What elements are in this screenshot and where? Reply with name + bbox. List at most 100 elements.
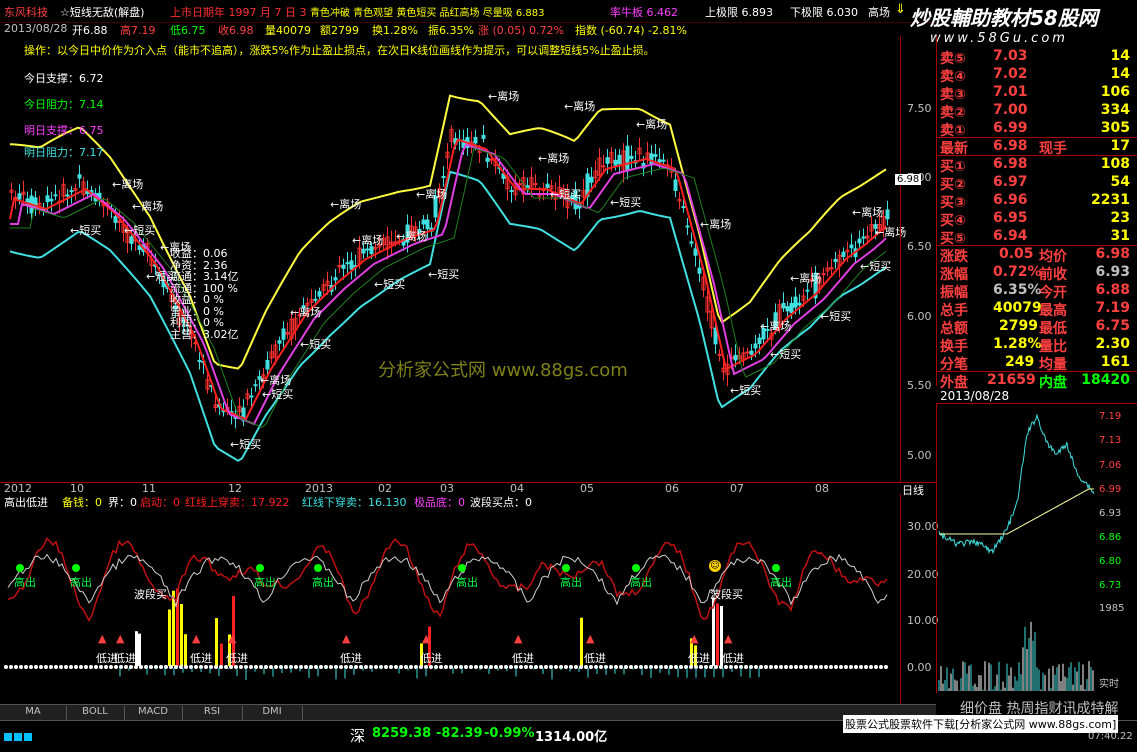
candle bbox=[657, 159, 662, 163]
baseline-dot bbox=[754, 665, 758, 669]
baseline-dot bbox=[9, 665, 13, 669]
high-out-label: 高出 bbox=[770, 576, 792, 589]
pct-row: 涨幅 0.72% 前收 6.93 bbox=[937, 264, 1137, 283]
wave-buy-label: 波段买 bbox=[710, 588, 743, 601]
indicator-tabs: MA BOLL MACD RSI DMI bbox=[0, 704, 936, 721]
low-in-label: 低进 bbox=[722, 652, 744, 665]
high-out-label: 高出 bbox=[630, 576, 652, 589]
mini-y-tick: 6.99 bbox=[1099, 484, 1122, 495]
news-ticker[interactable]: 细价盘 热周指财讯成特解 bbox=[936, 696, 1137, 720]
low-in-arrow-icon: ▲ bbox=[228, 632, 237, 645]
tab-boll[interactable]: BOLL bbox=[66, 706, 125, 720]
tab-macd[interactable]: MACD bbox=[124, 706, 183, 720]
index-value: 8259.38 bbox=[372, 726, 432, 741]
intraday-price-line bbox=[938, 413, 1095, 555]
high-out-label: 高出 bbox=[560, 576, 582, 589]
ask-volume: 334 bbox=[1100, 102, 1130, 118]
high-field-label: 高场 bbox=[868, 6, 890, 19]
low-in-arrow-icon: ▲ bbox=[690, 632, 699, 645]
candle bbox=[789, 303, 794, 314]
candle bbox=[265, 359, 270, 370]
stock-name[interactable]: 东风科技 bbox=[4, 4, 48, 20]
latest-price: 6.98 bbox=[993, 138, 1028, 154]
bid-volume: 23 bbox=[1110, 210, 1130, 226]
bid-price: 6.95 bbox=[993, 210, 1028, 226]
candle bbox=[45, 195, 50, 203]
tab-dmi[interactable]: DMI bbox=[242, 706, 303, 720]
ask-1-row: 卖① 6.99 305 bbox=[937, 120, 1137, 139]
candle bbox=[749, 350, 754, 355]
baseline-dot bbox=[394, 665, 398, 669]
high-out-dot bbox=[314, 564, 322, 572]
ask-5-row: 卖⑤ 7.03 14 bbox=[937, 48, 1137, 67]
low-in-label: 低进 bbox=[340, 652, 362, 665]
cur-hand-label: 现手 bbox=[1039, 141, 1067, 157]
low-in-label: 低进 bbox=[190, 652, 212, 665]
stat-label: 总手 bbox=[940, 303, 968, 319]
baseline-dot bbox=[624, 665, 628, 669]
baseline-dot bbox=[474, 665, 478, 669]
stat-value: 6.98 bbox=[1095, 246, 1130, 262]
baseline-dot bbox=[794, 665, 798, 669]
leave-signal-label: ←离场 bbox=[396, 230, 428, 243]
candle bbox=[77, 174, 82, 179]
baseline-dot bbox=[789, 665, 793, 669]
stat-label: 量比 bbox=[1039, 339, 1067, 355]
candle bbox=[857, 238, 862, 244]
baseline-dot bbox=[399, 665, 403, 669]
ind-y-tick: 20.00 bbox=[907, 568, 939, 581]
baseline-dot bbox=[319, 665, 323, 669]
index-name[interactable]: 深 bbox=[350, 725, 365, 746]
intraday-volume: 1985 实时 bbox=[936, 603, 1137, 693]
bid-label: 买④ bbox=[940, 213, 966, 229]
candle bbox=[333, 277, 338, 281]
listing-date: 上市日期年 1997 月 7 日 3 bbox=[170, 6, 307, 19]
candle bbox=[473, 137, 478, 144]
stat-value: 40079 bbox=[993, 300, 1042, 316]
mini-y-tick: 7.13 bbox=[1099, 435, 1122, 446]
leave-signal-label: ←离场 bbox=[636, 118, 668, 131]
baseline-dot bbox=[169, 665, 173, 669]
watermark-88gs: 分析家公式网 www.88gs.com bbox=[378, 360, 628, 381]
index-change: -82.39 bbox=[436, 726, 483, 741]
candlestick-chart[interactable]: 操作：以今日中价作为介入点（能市不追高），涨跌5%作为止盈止损点，在次日K线位画… bbox=[0, 36, 906, 482]
tab-rsi[interactable]: RSI bbox=[182, 706, 243, 720]
stat-value: 6.35% bbox=[993, 282, 1042, 298]
buy-signal-label: ←短买 bbox=[730, 384, 762, 397]
candle bbox=[69, 190, 74, 193]
candle bbox=[629, 155, 634, 160]
index-pct: -0.99% bbox=[484, 726, 535, 741]
low-in-arrow-icon: ▲ bbox=[342, 632, 351, 645]
formula-name[interactable]: ☆短线无敌(解盘) bbox=[60, 4, 144, 20]
tab-ma[interactable]: MA bbox=[0, 706, 67, 720]
ohlc-info-bar: 2013/08/28 开6.88 高7.19 低6.75 收6.98 量4007… bbox=[0, 22, 900, 37]
baseline-dot bbox=[464, 665, 468, 669]
intraday-chart[interactable]: 7.19 7.13 7.06 6.99 6.93 6.86 6.80 6.73 bbox=[936, 403, 1137, 604]
realtime-button[interactable]: 实时 bbox=[1099, 675, 1119, 690]
operation-text: 操作：以今日中价作为介入点（能市不追高），涨跌5%作为止盈止损点，在次日K线位画… bbox=[24, 44, 655, 57]
candle bbox=[281, 328, 286, 340]
high-out-label: 高出 bbox=[70, 576, 92, 589]
baseline-dot bbox=[779, 665, 783, 669]
low-in-label: 低进 bbox=[512, 652, 534, 665]
baseline-dot bbox=[764, 665, 768, 669]
baseline-dot bbox=[814, 665, 818, 669]
low-in-arrow-icon: ▲ bbox=[422, 632, 431, 645]
bid-5-row: 买⑤ 6.94 31 bbox=[937, 228, 1137, 247]
expand-icon[interactable]: ⇓ bbox=[895, 2, 906, 17]
candle bbox=[745, 351, 750, 354]
low-in-label: 低进 bbox=[688, 652, 710, 665]
ask-label: 卖② bbox=[940, 105, 966, 121]
smiley-icon: ☺ bbox=[709, 560, 721, 572]
baseline-dot bbox=[59, 665, 63, 669]
buy-signal-label: ←短买 bbox=[300, 338, 332, 351]
indicator-chart[interactable]: 高出 高出 高出 高出 高出 高出 高出 高出 ▲ 低进 ▲ 低进 ▲ 低进 ▲ 低进 ▲ 低进 ▲ 低进 ▲ 低进 ▲ 低进… bbox=[0, 508, 900, 698]
high-out-dot bbox=[772, 564, 780, 572]
leave-signal-label: ←离场 bbox=[160, 241, 192, 254]
candle bbox=[137, 245, 142, 251]
baseline-dot bbox=[574, 665, 578, 669]
candle bbox=[533, 183, 538, 186]
candle bbox=[861, 236, 866, 239]
candle bbox=[197, 360, 202, 363]
baseline-dot bbox=[839, 665, 843, 669]
